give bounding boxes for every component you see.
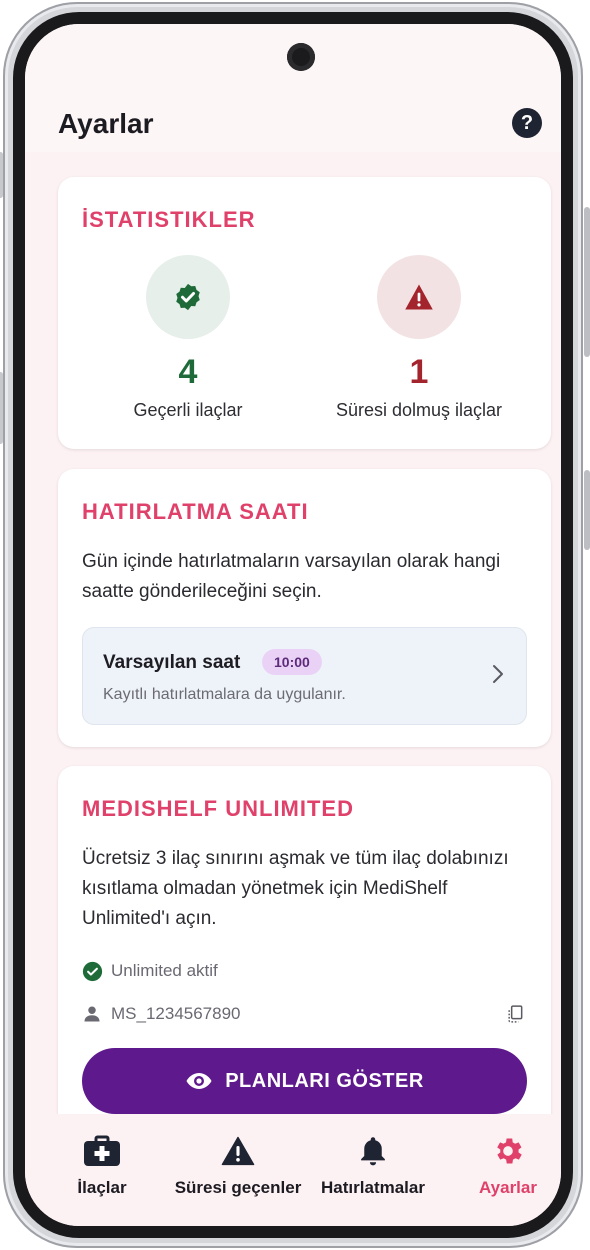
nav-item-settings[interactable]: Ayarlar	[438, 1134, 561, 1198]
person-icon	[84, 1006, 100, 1022]
warning-icon	[168, 1134, 308, 1168]
help-icon[interactable]: ?	[512, 108, 542, 138]
expired-count: 1	[409, 353, 429, 391]
default-time-badge: 10:00	[262, 649, 322, 675]
nav-item-expired[interactable]: Süresi geçenler	[168, 1134, 308, 1198]
reminder-description: Gün içinde hatırlatmaların varsayılan ol…	[82, 551, 501, 602]
unlimited-status: Unlimited aktif	[82, 959, 218, 983]
app-screen: Ayarlar ? İSTATISTIKLER 4 Geçerli ilaçla…	[25, 24, 561, 1226]
statistics-card: İSTATISTIKLER 4 Geçerli ilaçlar 1 Süresi…	[58, 177, 551, 449]
check-circle-icon	[82, 961, 103, 981]
phone-frame: Ayarlar ? İSTATISTIKLER 4 Geçerli ilaçla…	[0, 2, 590, 1248]
default-time-label: Varsayılan saat	[103, 652, 241, 673]
valid-count: 4	[178, 353, 198, 391]
front-camera	[287, 43, 315, 71]
nav-label-settings: Ayarlar	[479, 1178, 537, 1197]
nav-label-medicines: İlaçlar	[77, 1178, 127, 1197]
nav-item-medicines[interactable]: İlaçlar	[32, 1134, 172, 1198]
side-button	[0, 152, 3, 198]
unlimited-card: MEDISHELF UNLIMITED Ücretsiz 3 ilaç sını…	[58, 766, 551, 1166]
chevron-right-icon	[493, 665, 503, 683]
statistics-title: İSTATISTIKLER	[82, 207, 256, 232]
expired-stat: 1 Süresi dolmuş ilaçlar	[299, 255, 539, 421]
reminder-title: HATIRLATMA SAATI	[82, 499, 309, 524]
reminder-time-card: HATIRLATMA SAATI Gün içinde hatırlatmala…	[58, 469, 551, 747]
valid-label: Geçerli ilaçlar	[133, 400, 243, 420]
default-time-selector[interactable]: Varsayılan saat 10:00 Kayıtlı hatırlatma…	[82, 627, 527, 725]
warning-icon	[377, 255, 461, 339]
phone-bezel: Ayarlar ? İSTATISTIKLER 4 Geçerli ilaçla…	[13, 12, 573, 1238]
copy-icon[interactable]	[505, 1004, 525, 1024]
expired-label: Süresi dolmuş ilaçlar	[335, 400, 503, 420]
nav-label-reminders: Hatırlatmalar	[321, 1178, 425, 1197]
bell-icon	[303, 1134, 443, 1168]
verified-badge-icon	[146, 255, 230, 339]
power-button	[584, 470, 590, 550]
medical-kit-icon	[32, 1134, 172, 1168]
volume-button	[584, 207, 590, 357]
nav-label-expired: Süresi geçenler	[174, 1178, 302, 1197]
show-plans-label: PLANLARI GÖSTER	[225, 1069, 424, 1092]
user-id-text: MS_1234567890	[111, 1004, 241, 1023]
gear-icon	[438, 1134, 561, 1168]
valid-stat: 4 Geçerli ilaçlar	[68, 255, 308, 421]
side-button	[0, 372, 3, 444]
default-time-subtitle: Kayıtlı hatırlatmalara da uygulanır.	[103, 686, 346, 703]
show-plans-button[interactable]: PLANLARI GÖSTER	[82, 1048, 527, 1114]
page-title: Ayarlar	[58, 108, 154, 139]
app-header: Ayarlar ?	[25, 24, 561, 152]
unlimited-title: MEDISHELF UNLIMITED	[82, 796, 354, 821]
nav-item-reminders[interactable]: Hatırlatmalar	[303, 1134, 443, 1198]
user-id-row: MS_1234567890	[82, 1002, 241, 1026]
unlimited-description: Ücretsiz 3 ilaç sınırını aşmak ve tüm il…	[82, 848, 509, 929]
unlimited-status-text: Unlimited aktif	[111, 961, 218, 980]
bottom-navigation: İlaçlar Süresi geçenler Hatırlatmalar Ay…	[25, 1114, 561, 1226]
eye-icon	[186, 1073, 212, 1089]
